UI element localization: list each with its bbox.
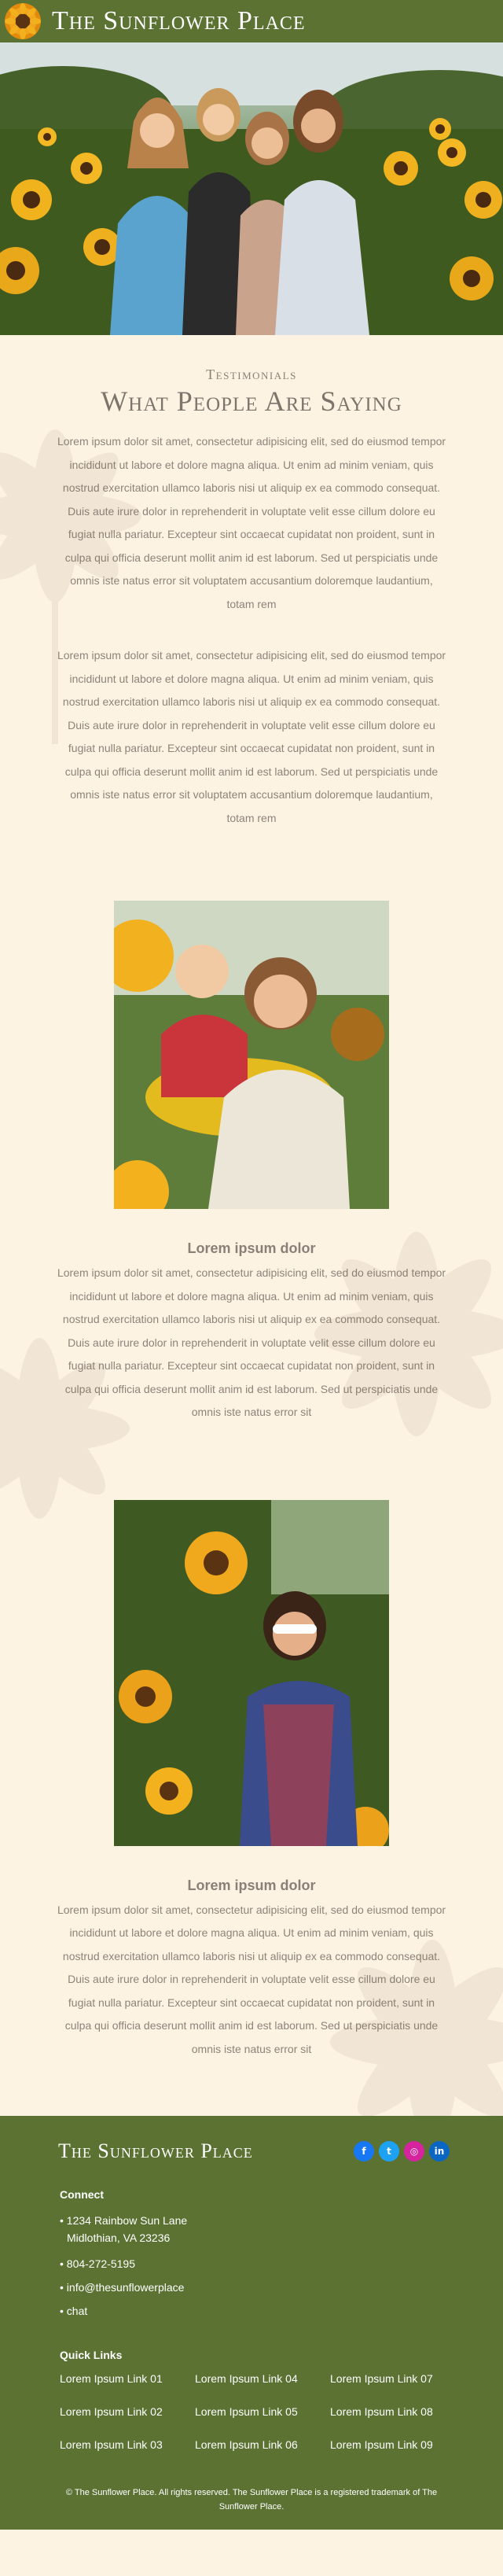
footer-brand[interactable]: The Sunflower Place <box>58 2139 253 2163</box>
instagram-icon[interactable]: ◎ <box>404 2141 424 2161</box>
address-line-1: • 1234 Rainbow Sun Lane <box>60 2214 188 2227</box>
testimonials-section: Testimonials What People Are Saying Lore… <box>0 335 503 2144</box>
email-link[interactable]: • info@thesunflowerplace <box>60 2281 503 2294</box>
section-eyebrow: Testimonials <box>206 367 297 382</box>
sunflower-logo-icon[interactable] <box>5 3 41 39</box>
copyright-text: © The Sunflower Place. All rights reserv… <box>65 2488 438 2512</box>
phone-link[interactable]: • 804-272-5195 <box>60 2257 503 2270</box>
testimonial-photo-2 <box>114 1499 389 1846</box>
quick-link[interactable]: Lorem Ipsum Link 05 <box>195 2405 330 2418</box>
address: • 1234 Rainbow Sun Lane Midlothian, VA 2… <box>60 2212 503 2246</box>
connect-heading: Connect <box>60 2188 104 2201</box>
social-links: f t ◎ in <box>354 2141 450 2161</box>
quick-link[interactable]: Lorem Ipsum Link 03 <box>60 2438 195 2451</box>
card-text-1: Lorem ipsum dolor sit amet, consectetur … <box>57 1266 446 1418</box>
quick-link[interactable]: Lorem Ipsum Link 02 <box>60 2405 195 2418</box>
site-footer: The Sunflower Place f t ◎ in Connect • 1… <box>0 2116 503 2530</box>
connect-list: • 1234 Rainbow Sun Lane Midlothian, VA 2… <box>0 2212 503 2317</box>
section-title: What People Are Saying <box>101 385 402 417</box>
testimonial-paragraph-1: Lorem ipsum dolor sit amet, consectetur … <box>57 435 446 610</box>
hero-photo <box>0 42 503 335</box>
quick-links-heading: Quick Links <box>60 2349 123 2361</box>
linkedin-icon[interactable]: in <box>429 2141 450 2161</box>
quick-link[interactable]: Lorem Ipsum Link 06 <box>195 2438 330 2451</box>
site-header: The Sunflower Place <box>0 0 503 42</box>
facebook-icon[interactable]: f <box>354 2141 374 2161</box>
testimonial-paragraph-2: Lorem ipsum dolor sit amet, consectetur … <box>57 649 446 824</box>
card-title-1: Lorem ipsum dolor <box>187 1240 316 1256</box>
address-line-2: Midlothian, VA 23236 <box>67 2231 171 2244</box>
quick-link[interactable]: Lorem Ipsum Link 08 <box>330 2405 465 2418</box>
testimonial-photo-1 <box>114 901 389 1209</box>
quick-links-grid: Lorem Ipsum Link 01 Lorem Ipsum Link 04 … <box>0 2372 503 2451</box>
quick-link[interactable]: Lorem Ipsum Link 01 <box>60 2372 195 2385</box>
card-title-2: Lorem ipsum dolor <box>187 1877 316 1893</box>
quick-link[interactable]: Lorem Ipsum Link 07 <box>330 2372 465 2385</box>
card-text-2: Lorem ipsum dolor sit amet, consectetur … <box>57 1903 446 2055</box>
site-brand[interactable]: The Sunflower Place <box>52 6 306 36</box>
quick-link[interactable]: Lorem Ipsum Link 04 <box>195 2372 330 2385</box>
chat-link[interactable]: • chat <box>60 2305 503 2317</box>
quick-link[interactable]: Lorem Ipsum Link 09 <box>330 2438 465 2451</box>
twitter-icon[interactable]: t <box>379 2141 399 2161</box>
